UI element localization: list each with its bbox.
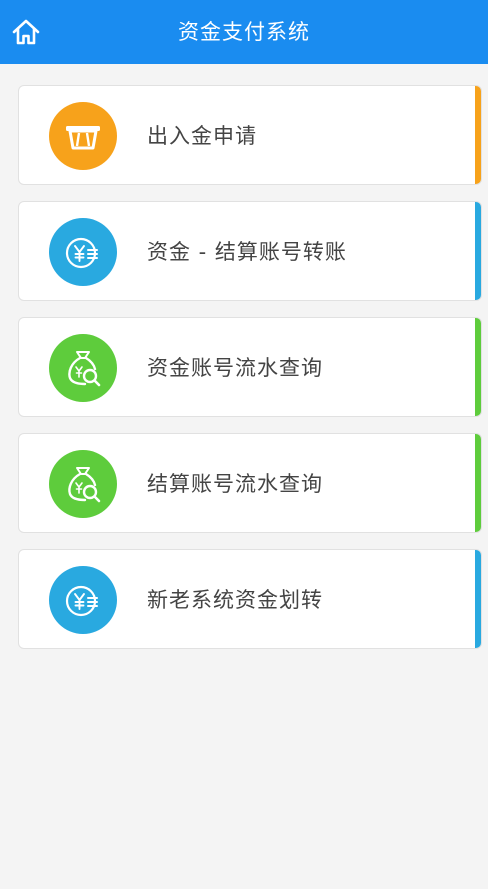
- function-menu: 出入金申请 资金 - 结算账号转账 资金账号流水查询 结算账号流水查询 新老系统…: [18, 85, 482, 665]
- menu-item-icon-circle: [49, 102, 117, 170]
- menu-item-accent-bar: [475, 86, 481, 184]
- money-bag-search-icon: [49, 334, 117, 402]
- menu-item-fund-account-statement[interactable]: 资金账号流水查询: [18, 317, 482, 417]
- atm-card-icon: [49, 102, 117, 170]
- money-bag-search-icon: [49, 450, 117, 518]
- menu-item-settlement-account-statement[interactable]: 结算账号流水查询: [18, 433, 482, 533]
- menu-item-accent-bar: [475, 318, 481, 416]
- menu-item-fund-settlement-transfer[interactable]: 资金 - 结算账号转账: [18, 201, 482, 301]
- page-title: 资金支付系统: [178, 20, 310, 44]
- yuan-transfer-icon: [49, 218, 117, 286]
- menu-item-legacy-system-transfer[interactable]: 新老系统资金划转: [18, 549, 482, 649]
- menu-item-label: 新老系统资金划转: [147, 588, 323, 612]
- menu-item-accent-bar: [475, 434, 481, 532]
- menu-item-label: 出入金申请: [147, 124, 257, 148]
- app-header: 资金支付系统: [0, 0, 488, 64]
- menu-item-icon-circle: [49, 450, 117, 518]
- menu-item-label: 资金账号流水查询: [147, 356, 323, 380]
- menu-item-icon-circle: [49, 334, 117, 402]
- yuan-transfer-icon: [49, 566, 117, 634]
- menu-item-accent-bar: [475, 550, 481, 648]
- menu-item-accent-bar: [475, 202, 481, 300]
- menu-item-icon-circle: [49, 218, 117, 286]
- menu-item-label: 资金 - 结算账号转账: [147, 240, 347, 264]
- menu-item-label: 结算账号流水查询: [147, 472, 323, 496]
- menu-item-icon-circle: [49, 566, 117, 634]
- menu-item-deposit-withdraw[interactable]: 出入金申请: [18, 85, 482, 185]
